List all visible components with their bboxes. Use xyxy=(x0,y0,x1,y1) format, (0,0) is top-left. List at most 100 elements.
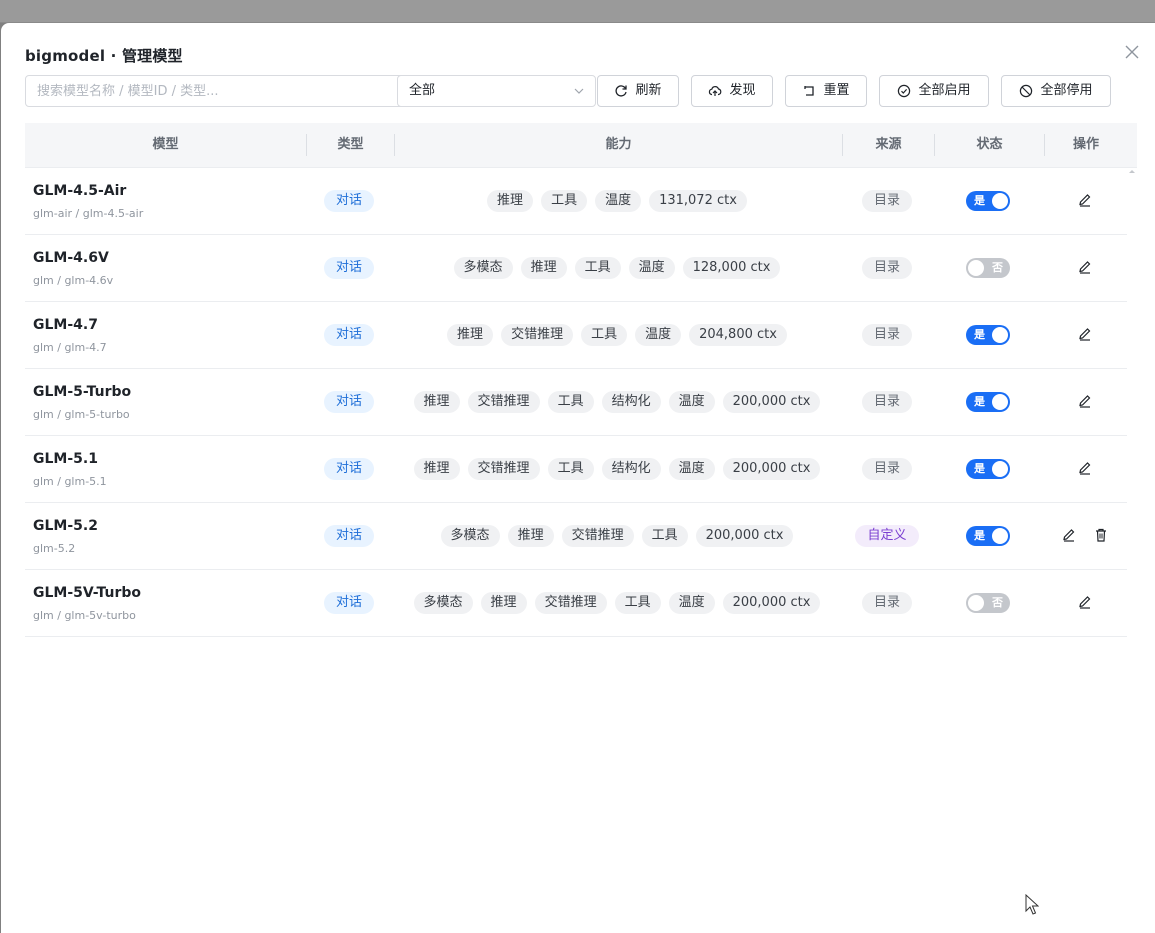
edit-icon[interactable] xyxy=(1077,460,1093,476)
capability-list: 多模态 推理 交错推理 工具 温度 200,000 ctx xyxy=(399,592,835,614)
capability-tag: 结构化 xyxy=(601,391,661,413)
enabled-toggle[interactable]: 是 xyxy=(966,459,1010,479)
column-header-actions: 操作 xyxy=(1072,137,1099,152)
model-name: GLM-4.5-Air xyxy=(33,183,127,199)
capability-tag: 多模态 xyxy=(453,257,513,279)
capability-tag: 温度 xyxy=(668,592,715,614)
capability-tag: 200,000 ctx xyxy=(695,525,794,547)
disable-all-button[interactable]: 全部停用 xyxy=(1001,75,1111,107)
capability-tag: 交错推理 xyxy=(467,391,540,413)
capability-tag: 温度 xyxy=(668,391,715,413)
edit-icon[interactable] xyxy=(1077,192,1093,208)
enabled-toggle[interactable]: 是 xyxy=(966,526,1010,546)
table-body: GLM-4.5-Air glm-air / glm-4.5-air 对话 推理工… xyxy=(25,168,1137,637)
model-id: glm / glm-5-turbo xyxy=(33,408,130,421)
enable-all-button[interactable]: 全部启用 xyxy=(879,75,989,107)
dialog-title: bigmodel · 管理模型 xyxy=(25,47,183,65)
source-badge: 目录 xyxy=(862,257,912,279)
toggle-knob xyxy=(992,193,1008,209)
capability-tag: 多模态 xyxy=(440,525,500,547)
edit-icon[interactable] xyxy=(1077,326,1093,342)
reset-label: 重置 xyxy=(823,83,850,98)
model-name: GLM-5.2 xyxy=(33,518,98,534)
capability-tag: 推理 xyxy=(413,391,460,413)
table-row: GLM-5.2 glm-5.2 对话 多模态 推理 交错推理 工具 200,000 ct… xyxy=(25,503,1127,570)
enabled-toggle[interactable]: 否 xyxy=(966,593,1010,613)
capability-tag: 推理 xyxy=(413,458,460,480)
close-icon[interactable] xyxy=(1122,42,1142,62)
model-id: glm / glm-4.7 xyxy=(33,341,107,354)
table-row: GLM-5.1 glm / glm-5.1 对话 推理 交错推理 工具 结构化 温度 20… xyxy=(25,436,1127,503)
capability-tag: 交错推理 xyxy=(467,458,540,480)
model-id: glm-air / glm-4.5-air xyxy=(33,207,144,220)
table-row: GLM-4.7 glm / glm-4.7 对话 推理 交错推理 工具 温度 204,8… xyxy=(25,302,1127,369)
capability-list: 推理 交错推理 工具 结构化 温度 200,000 ctx xyxy=(399,458,835,480)
enable-all-label: 全部启用 xyxy=(918,83,971,98)
capability-tag: 推理 xyxy=(520,257,567,279)
type-badge: 对话 xyxy=(324,190,374,212)
discover-button[interactable]: 发现 xyxy=(691,75,773,107)
capability-tag: 200,000 ctx xyxy=(722,458,821,480)
edit-icon[interactable] xyxy=(1061,527,1077,543)
column-header-model: 模型 xyxy=(152,137,179,152)
manage-models-dialog: bigmodel · 管理模型 全部 刷新 发现 重置 全部启用 全部停用 xyxy=(1,23,1155,933)
toggle-label: 是 xyxy=(974,395,985,408)
toggle-knob xyxy=(968,595,984,611)
table-row: GLM-5V-Turbo glm / glm-5v-turbo 对话 多模态 推理… xyxy=(25,570,1127,637)
edit-icon[interactable] xyxy=(1077,259,1093,275)
capability-list: 推理 工具 温度 131,072 ctx xyxy=(399,190,835,212)
enabled-toggle[interactable]: 否 xyxy=(966,258,1010,278)
refresh-label: 刷新 xyxy=(635,83,662,98)
enabled-toggle[interactable]: 是 xyxy=(966,392,1010,412)
toggle-knob xyxy=(968,260,984,276)
capability-list: 推理 交错推理 工具 结构化 温度 200,000 ctx xyxy=(399,391,835,413)
toggle-knob xyxy=(992,528,1008,544)
disable-all-label: 全部停用 xyxy=(1040,83,1093,98)
capability-tag: 温度 xyxy=(595,190,642,212)
capability-tag: 128,000 ctx xyxy=(682,257,781,279)
model-id: glm / glm-5v-turbo xyxy=(33,609,136,622)
edit-icon[interactable] xyxy=(1077,393,1093,409)
capability-tag: 温度 xyxy=(628,257,675,279)
toggle-label: 否 xyxy=(992,596,1003,609)
toggle-label: 是 xyxy=(974,328,985,341)
table-row: GLM-5-Turbo glm / glm-5-turbo 对话 推理 交错推理工… xyxy=(25,369,1127,436)
enabled-toggle[interactable]: 是 xyxy=(966,325,1010,345)
capability-tag: 200,000 ctx xyxy=(722,592,821,614)
capability-tag: 工具 xyxy=(614,592,661,614)
capability-tag: 工具 xyxy=(547,458,594,480)
model-name: GLM-5-Turbo xyxy=(33,384,132,400)
capability-tag: 结构化 xyxy=(601,458,661,480)
source-badge: 目录 xyxy=(862,190,912,212)
refresh-button[interactable]: 刷新 xyxy=(597,75,679,107)
capability-list: 推理 交错推理 工具 温度 204,800 ctx xyxy=(399,324,835,346)
capability-tag: 200,000 ctx xyxy=(722,391,821,413)
toggle-knob xyxy=(992,327,1008,343)
column-header-source: 来源 xyxy=(875,137,902,152)
check-circle-icon xyxy=(898,84,911,98)
type-filter-select[interactable]: 全部 xyxy=(397,75,596,107)
capability-tag: 131,072 ctx xyxy=(649,190,747,212)
type-badge: 对话 xyxy=(324,324,374,346)
table-row: GLM-4.5-Air glm-air / glm-4.5-air 对话 推理工… xyxy=(25,168,1127,235)
scroll-up-arrow-icon[interactable] xyxy=(1127,167,1137,177)
capability-tag: 温度 xyxy=(668,458,715,480)
toggle-knob xyxy=(992,461,1008,477)
models-table: 模型 类型 能力 来源 状态 操作 GLM-4.5-Air glm-air / … xyxy=(25,123,1137,637)
model-id: glm / glm-5.1 xyxy=(33,475,107,488)
column-header-type: 类型 xyxy=(337,137,364,152)
cloud-upload-icon xyxy=(709,86,722,96)
enabled-toggle[interactable]: 是 xyxy=(966,191,1010,211)
capability-tag: 工具 xyxy=(581,324,628,346)
toggle-label: 是 xyxy=(974,462,985,475)
reset-button[interactable]: 重置 xyxy=(785,75,867,107)
discover-label: 发现 xyxy=(729,83,756,98)
type-badge: 对话 xyxy=(324,257,374,279)
type-badge: 对话 xyxy=(324,592,374,614)
reset-icon xyxy=(804,86,815,96)
trash-icon[interactable] xyxy=(1093,527,1109,543)
search-input[interactable] xyxy=(25,75,407,107)
edit-icon[interactable] xyxy=(1077,594,1093,610)
capability-tag: 工具 xyxy=(541,190,588,212)
capability-tag: 推理 xyxy=(507,525,554,547)
